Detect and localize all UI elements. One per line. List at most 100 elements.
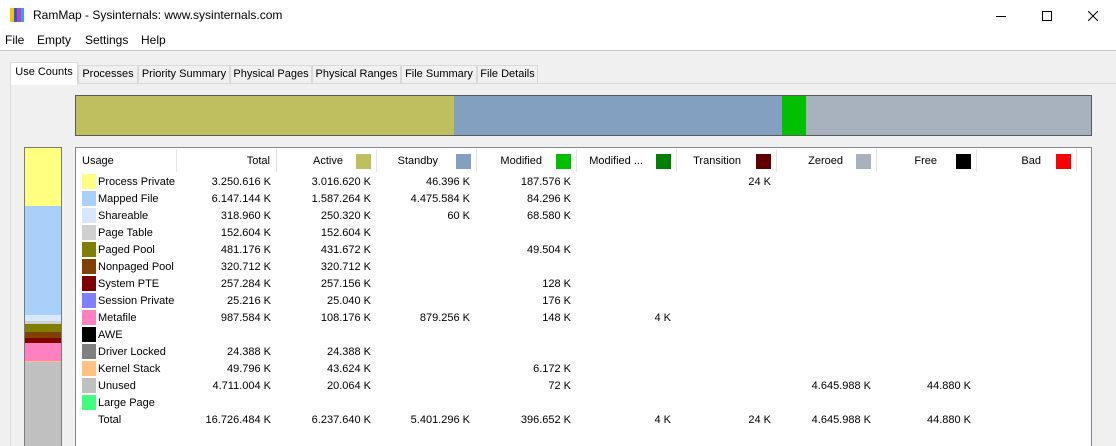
table-row[interactable]: Shareable 318.960 K 250.320 K 60 K 68.580 K	[76, 208, 1091, 225]
usage-name: Paged Pool	[98, 244, 155, 256]
usage-color-swatch	[82, 259, 96, 274]
cell-active: 257.156 K	[320, 278, 371, 290]
usage-name: System PTE	[98, 278, 160, 290]
cell-zeroed: 4.645.988 K	[811, 414, 871, 426]
column-header-zeroed[interactable]: Zeroed	[777, 149, 877, 172]
cell-total: 6.147.144 K	[211, 193, 271, 205]
table-row[interactable]: Kernel Stack 49.796 K 43.624 K 6.172 K	[76, 361, 1091, 378]
usage-bar-segment	[25, 343, 61, 361]
window-title: RamMap - Sysinternals: www.sysinternals.…	[33, 8, 283, 22]
cell-total: 257.284 K	[220, 278, 271, 290]
memory-summary-bar	[75, 95, 1092, 136]
cell-modified: 84.296 K	[526, 193, 571, 205]
usage-color-swatch	[82, 395, 96, 410]
cell-modified: 187.576 K	[520, 176, 571, 188]
tab-file-summary[interactable]: File Summary	[401, 65, 477, 83]
cell-modified: 68.580 K	[526, 210, 571, 222]
usage-name: Page Table	[98, 227, 153, 239]
tab-physical-pages[interactable]: Physical Pages	[230, 65, 312, 83]
column-header-label: Bad	[1021, 155, 1041, 167]
column-header-modified[interactable]: Modified	[477, 149, 577, 172]
table-row[interactable]: Page Table 152.604 K 152.604 K	[76, 225, 1091, 242]
cell-active: 43.624 K	[326, 363, 371, 375]
cell-active: 20.064 K	[326, 380, 371, 392]
cell-total: 24.388 K	[226, 346, 271, 358]
usage-color-swatch	[82, 344, 96, 359]
column-header-standby[interactable]: Standby	[377, 149, 477, 172]
table-row[interactable]: Paged Pool 481.176 K 431.672 K 49.504 K	[76, 242, 1091, 259]
cell-active: 108.176 K	[320, 312, 371, 324]
table-row[interactable]: System PTE 257.284 K 257.156 K 128 K	[76, 276, 1091, 293]
cell-modified: 4 K	[654, 414, 671, 426]
usage-bar-segment	[25, 323, 61, 333]
column-header-label: Modified	[500, 155, 542, 167]
minimize-button[interactable]	[978, 0, 1024, 31]
table-row[interactable]: Large Page	[76, 395, 1091, 412]
column-header-free[interactable]: Free	[877, 149, 977, 172]
cell-total: 49.796 K	[226, 363, 271, 375]
column-header-label: Free	[914, 155, 937, 167]
cell-active: 24.388 K	[326, 346, 371, 358]
usage-bar-segment	[25, 205, 61, 316]
table-row[interactable]: Session Private 25.216 K 25.040 K 176 K	[76, 293, 1091, 310]
menu-empty[interactable]: Empty	[37, 33, 71, 47]
tab-use-counts[interactable]: Use Counts	[10, 62, 78, 85]
cell-modified: 6.172 K	[533, 363, 571, 375]
column-header-transition[interactable]: Transition	[677, 149, 777, 172]
menu-file[interactable]: File	[5, 33, 24, 47]
column-color-swatch	[556, 154, 571, 169]
usage-color-swatch	[82, 191, 96, 206]
cell-total: 987.584 K	[220, 312, 271, 324]
cell-standby: 46.396 K	[425, 176, 470, 188]
table-row[interactable]: Nonpaged Pool 320.712 K 320.712 K	[76, 259, 1091, 276]
column-color-swatch	[656, 154, 671, 169]
usage-name: Shareable	[98, 210, 149, 222]
table-row[interactable]: Unused 4.711.004 K 20.064 K 72 K 4.645.988 K…	[76, 378, 1091, 395]
column-header-bad[interactable]: Bad	[977, 149, 1077, 172]
cell-free: 44.880 K	[926, 414, 971, 426]
table-row[interactable]: Mapped File 6.147.144 K 1.587.264 K 4.475.5…	[76, 191, 1091, 208]
column-header-active[interactable]: Active	[277, 149, 377, 172]
usage-color-swatch	[82, 293, 96, 308]
tab-physical-ranges[interactable]: Physical Ranges	[312, 65, 401, 83]
usage-name: Nonpaged Pool	[98, 261, 174, 273]
title-bar: RamMap - Sysinternals: www.sysinternals.…	[0, 0, 1116, 31]
maximize-icon	[1042, 10, 1052, 21]
menu-settings[interactable]: Settings	[85, 33, 128, 47]
tab-priority-summary[interactable]: Priority Summary	[138, 65, 230, 83]
column-header-total[interactable]: Total	[177, 149, 277, 172]
app-icon-stripe	[20, 8, 24, 22]
cell-total: 152.604 K	[220, 227, 271, 239]
cell-standby: 879.256 K	[419, 312, 470, 324]
column-header-label: Active	[313, 155, 343, 167]
usage-vertical-bar	[24, 147, 62, 446]
usage-name: Driver Locked	[98, 346, 166, 358]
usage-bar-segment	[25, 148, 61, 206]
usage-bar-segment	[25, 362, 61, 446]
column-color-swatch	[856, 154, 871, 169]
use-counts-table[interactable]: Usage Total Active Standby Modified Modified …	[75, 147, 1092, 446]
table-row[interactable]: Process Private 3.250.616 K 3.016.620 K 46.…	[76, 174, 1091, 191]
column-header-usage[interactable]: Usage	[76, 149, 177, 172]
tab-processes[interactable]: Processes	[78, 65, 138, 83]
column-color-swatch	[956, 154, 971, 169]
usage-name: Kernel Stack	[98, 363, 161, 375]
cell-transition: 24 K	[748, 414, 771, 426]
maximize-button[interactable]	[1024, 0, 1070, 31]
table-row[interactable]: AWE	[76, 327, 1091, 344]
menu-bar: File Empty Settings Help	[0, 31, 1116, 51]
close-button[interactable]	[1070, 0, 1116, 31]
cell-total: 3.250.616 K	[211, 176, 271, 188]
menu-help[interactable]: Help	[141, 33, 166, 47]
table-row[interactable]: Metafile 987.584 K 108.176 K 879.256 K 148 K…	[76, 310, 1091, 327]
cell-active: 250.320 K	[320, 210, 371, 222]
cell-active: 25.040 K	[326, 295, 371, 307]
cell-standby: 4.475.584 K	[410, 193, 470, 205]
cell-active: 1.587.264 K	[311, 193, 371, 205]
table-total-row[interactable]: Total 16.726.484 K 6.237.640 K 5.401.296 K 3…	[76, 412, 1091, 429]
cell-modified: 4 K	[654, 312, 671, 324]
table-row[interactable]: Driver Locked 24.388 K 24.388 K	[76, 344, 1091, 361]
tab-file-details[interactable]: File Details	[477, 65, 538, 83]
column-header-modified[interactable]: Modified ...	[577, 149, 677, 172]
column-color-swatch	[456, 154, 471, 169]
